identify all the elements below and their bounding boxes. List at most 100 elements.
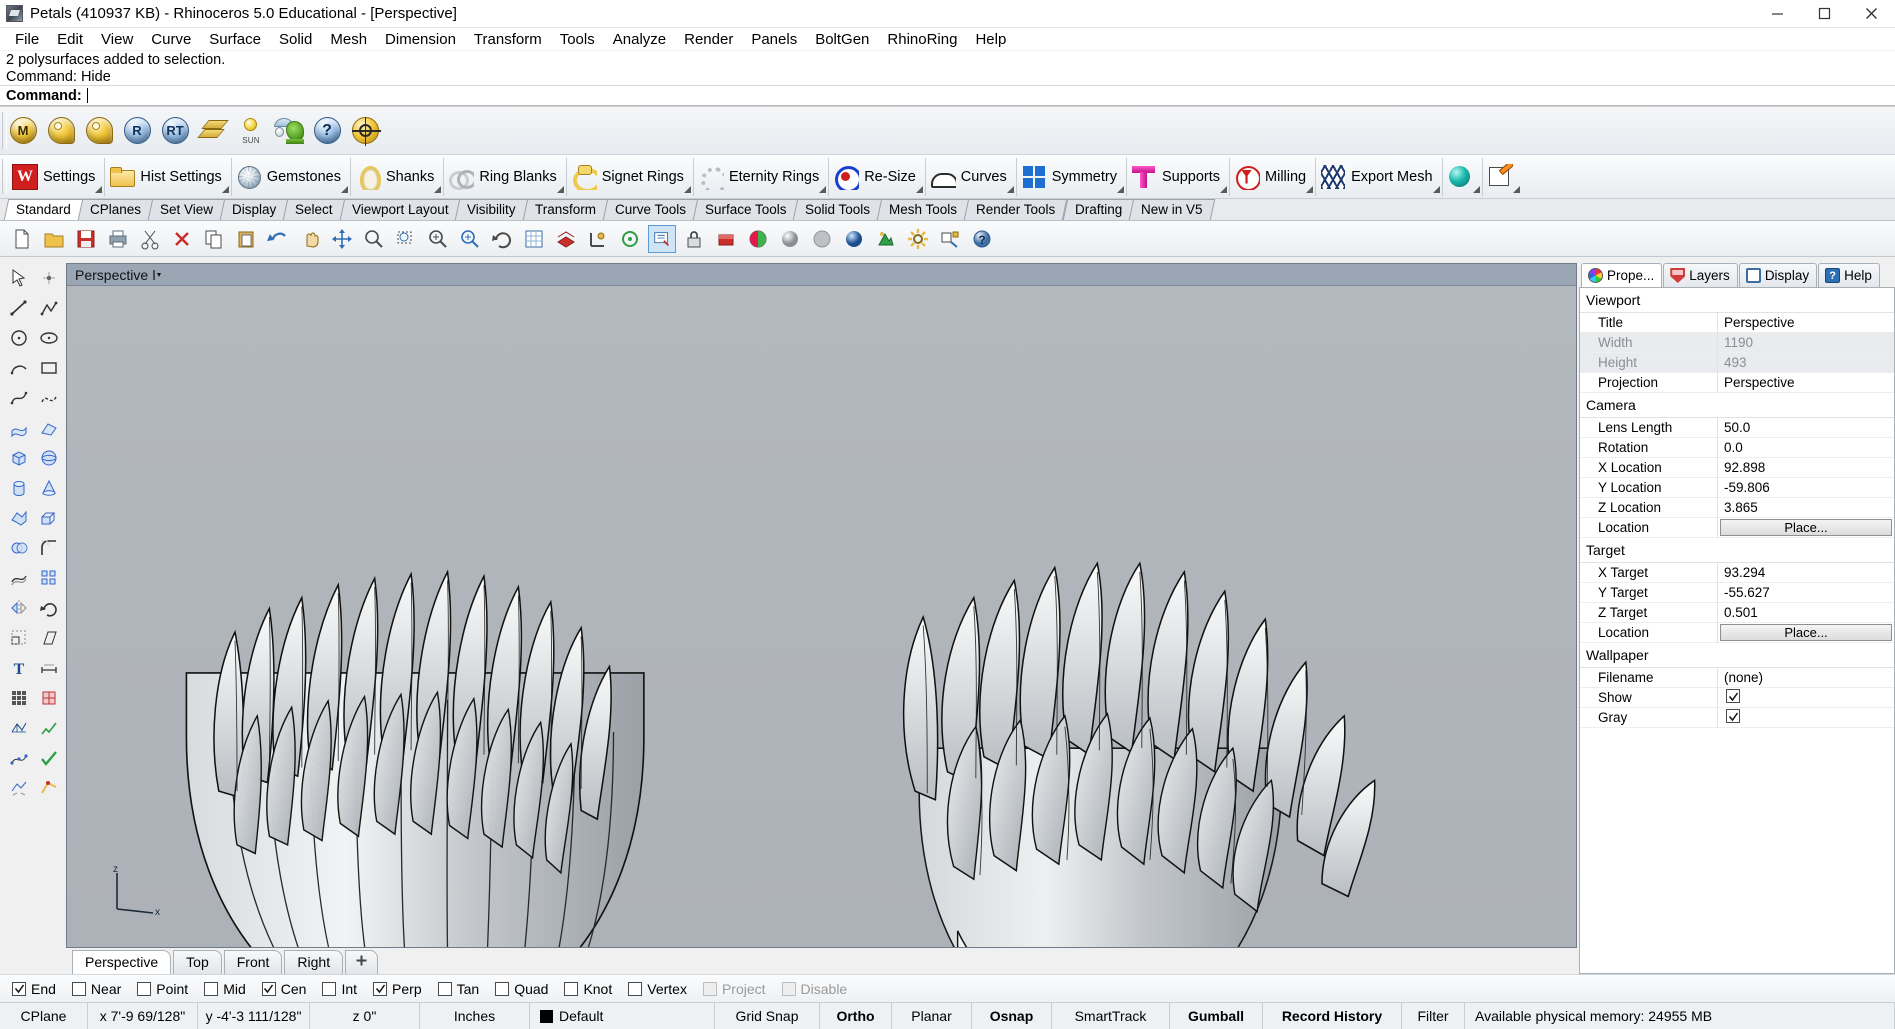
status-smarttrack-toggle[interactable]: SmartTrack: [1052, 1003, 1170, 1029]
join-icon[interactable]: [34, 773, 64, 803]
maximize-restore-button[interactable]: [1801, 0, 1848, 28]
layer-color-icon[interactable]: [744, 225, 772, 253]
menu-help[interactable]: Help: [966, 29, 1015, 50]
tab-surface-tools[interactable]: Surface Tools: [692, 199, 799, 220]
camera-place-button[interactable]: Place...: [1720, 519, 1892, 536]
zoom-in-icon[interactable]: [456, 225, 484, 253]
property-value-filename[interactable]: (none): [1718, 668, 1894, 688]
property-value-y-target[interactable]: -55.627: [1718, 583, 1894, 603]
property-row-target-location[interactable]: Location Place...: [1580, 622, 1894, 643]
panel-tab-help[interactable]: Help: [1818, 263, 1880, 287]
property-row-z-location[interactable]: Z Location 3.865: [1580, 497, 1894, 518]
tab-set-view[interactable]: Set View: [147, 199, 226, 220]
property-row-lens-length[interactable]: Lens Length 50.0: [1580, 417, 1894, 438]
osnap-disable-checkbox[interactable]: [781, 981, 796, 996]
osnap-icon[interactable]: [616, 225, 644, 253]
cone-icon[interactable]: [34, 473, 64, 503]
osnap-cen-checkbox[interactable]: [261, 981, 276, 996]
mesh-icon[interactable]: [4, 713, 34, 743]
panel-tab-display[interactable]: Display: [1738, 263, 1818, 287]
material-editor-icon[interactable]: M: [8, 116, 38, 146]
viewport-tab-perspective[interactable]: Perspective: [72, 950, 172, 974]
property-row-y-target[interactable]: Y Target -55.627: [1580, 582, 1894, 603]
layer-material-tag-icon[interactable]: [84, 116, 114, 146]
zoom-extents-icon[interactable]: [424, 225, 452, 253]
zoom-selected-icon[interactable]: [392, 225, 420, 253]
rendered-view-icon[interactable]: [840, 225, 868, 253]
plugin-button-eternity-rings[interactable]: Eternity Rings: [692, 157, 828, 196]
tab-drafting[interactable]: Drafting: [1062, 199, 1135, 220]
menu-tools[interactable]: Tools: [551, 29, 604, 50]
arc-icon[interactable]: [4, 353, 34, 383]
property-row-filename[interactable]: Filename (none): [1580, 667, 1894, 688]
osnap-quad-checkbox[interactable]: [495, 981, 510, 996]
plugin-button-shanks[interactable]: Shanks: [349, 157, 443, 196]
tab-mesh-tools[interactable]: Mesh Tools: [877, 199, 970, 220]
ghosted-view-icon[interactable]: [808, 225, 836, 253]
grid-icon[interactable]: [520, 225, 548, 253]
plugin-button-milling[interactable]: Milling: [1229, 157, 1315, 196]
menu-transform[interactable]: Transform: [465, 29, 551, 50]
osnap-cen[interactable]: Cen: [261, 981, 306, 997]
plugin-button-hist-settings[interactable]: Hist Settings: [104, 157, 230, 196]
grid-array-icon[interactable]: [4, 683, 34, 713]
render-icon[interactable]: R: [122, 116, 152, 146]
array-icon[interactable]: [34, 563, 64, 593]
object-properties-tag-icon[interactable]: [46, 116, 76, 146]
polyline-icon[interactable]: [34, 293, 64, 323]
minimize-button[interactable]: [1754, 0, 1801, 28]
osnap-perp[interactable]: Perp: [373, 981, 422, 997]
property-value-x-target[interactable]: 93.294: [1718, 563, 1894, 583]
property-value-y-location[interactable]: -59.806: [1718, 478, 1894, 498]
osnap-mid-checkbox[interactable]: [204, 981, 219, 996]
move-icon[interactable]: [328, 225, 356, 253]
close-button[interactable]: [1848, 0, 1895, 28]
sphere-icon[interactable]: [34, 443, 64, 473]
property-row-rotation[interactable]: Rotation 0.0: [1580, 437, 1894, 458]
layer-color-swatch[interactable]: [540, 1009, 553, 1023]
shaded-view-icon[interactable]: [776, 225, 804, 253]
tab-transform[interactable]: Transform: [522, 199, 608, 220]
fillet-icon[interactable]: [34, 533, 64, 563]
command-input-row[interactable]: Command:: [0, 85, 1895, 106]
tab-standard[interactable]: Standard: [3, 199, 84, 220]
offset-icon[interactable]: [4, 563, 34, 593]
target-place-button[interactable]: Place...: [1720, 624, 1892, 641]
panel-tab-layers[interactable]: Layers: [1663, 263, 1738, 287]
shear-icon[interactable]: [34, 623, 64, 653]
status-layer[interactable]: Default: [530, 1003, 715, 1029]
copy-icon[interactable]: [200, 225, 228, 253]
osnap-end[interactable]: End: [12, 981, 56, 997]
environment-editor-icon[interactable]: [274, 116, 304, 146]
menu-surface[interactable]: Surface: [200, 29, 270, 50]
check-icon[interactable]: [34, 743, 64, 773]
explode-icon[interactable]: [4, 773, 34, 803]
osnap-near-checkbox[interactable]: [71, 981, 86, 996]
plugin-button-settings[interactable]: Settings: [8, 158, 104, 196]
tab-new-in-v5[interactable]: New in V5: [1128, 199, 1215, 220]
property-row-show[interactable]: Show: [1580, 687, 1894, 708]
rectangle-icon[interactable]: [34, 353, 64, 383]
status-planar-toggle[interactable]: Planar: [892, 1003, 972, 1029]
render-preview-icon[interactable]: RT: [160, 116, 190, 146]
osnap-disable[interactable]: Disable: [781, 981, 847, 997]
property-value-lens-length[interactable]: 50.0: [1718, 418, 1894, 438]
render-target-icon[interactable]: [350, 116, 381, 146]
open-file-icon[interactable]: [40, 225, 68, 253]
block-icon[interactable]: [34, 683, 64, 713]
undo-view-icon[interactable]: [488, 225, 516, 253]
surface-corner-icon[interactable]: [34, 413, 64, 443]
hide-icon[interactable]: [712, 225, 740, 253]
undo-icon[interactable]: [264, 225, 292, 253]
ortho-icon[interactable]: [584, 225, 612, 253]
osnap-project-checkbox[interactable]: [702, 981, 717, 996]
property-row-projection[interactable]: Projection Perspective: [1580, 372, 1894, 393]
analyze-icon[interactable]: [34, 713, 64, 743]
rotate-icon[interactable]: [34, 593, 64, 623]
plugin-button-signet-rings[interactable]: Signet Rings: [565, 157, 693, 196]
property-value-title[interactable]: Perspective: [1718, 313, 1894, 333]
status-osnap-toggle[interactable]: Osnap: [972, 1003, 1052, 1029]
status-record-history-toggle[interactable]: Record History: [1263, 1003, 1402, 1029]
property-row-x-target[interactable]: X Target 93.294: [1580, 562, 1894, 583]
osnap-tan[interactable]: Tan: [437, 981, 479, 997]
